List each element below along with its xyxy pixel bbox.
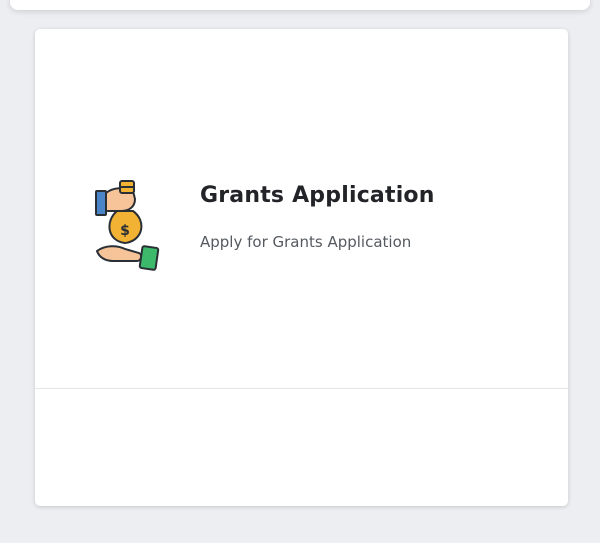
page: $ Grants Application Apply for Grants Ap… xyxy=(0,0,600,543)
svg-text:$: $ xyxy=(120,223,130,239)
card-subtitle: Apply for Grants Application xyxy=(200,233,412,251)
card-title[interactable]: Grants Application xyxy=(200,183,435,208)
hand-money-bag-icon: $ xyxy=(95,179,165,275)
card-footer xyxy=(35,389,568,506)
previous-card-edge xyxy=(10,0,590,10)
grants-application-card[interactable]: $ Grants Application Apply for Grants Ap… xyxy=(35,29,568,506)
card-body[interactable]: $ Grants Application Apply for Grants Ap… xyxy=(35,29,568,389)
